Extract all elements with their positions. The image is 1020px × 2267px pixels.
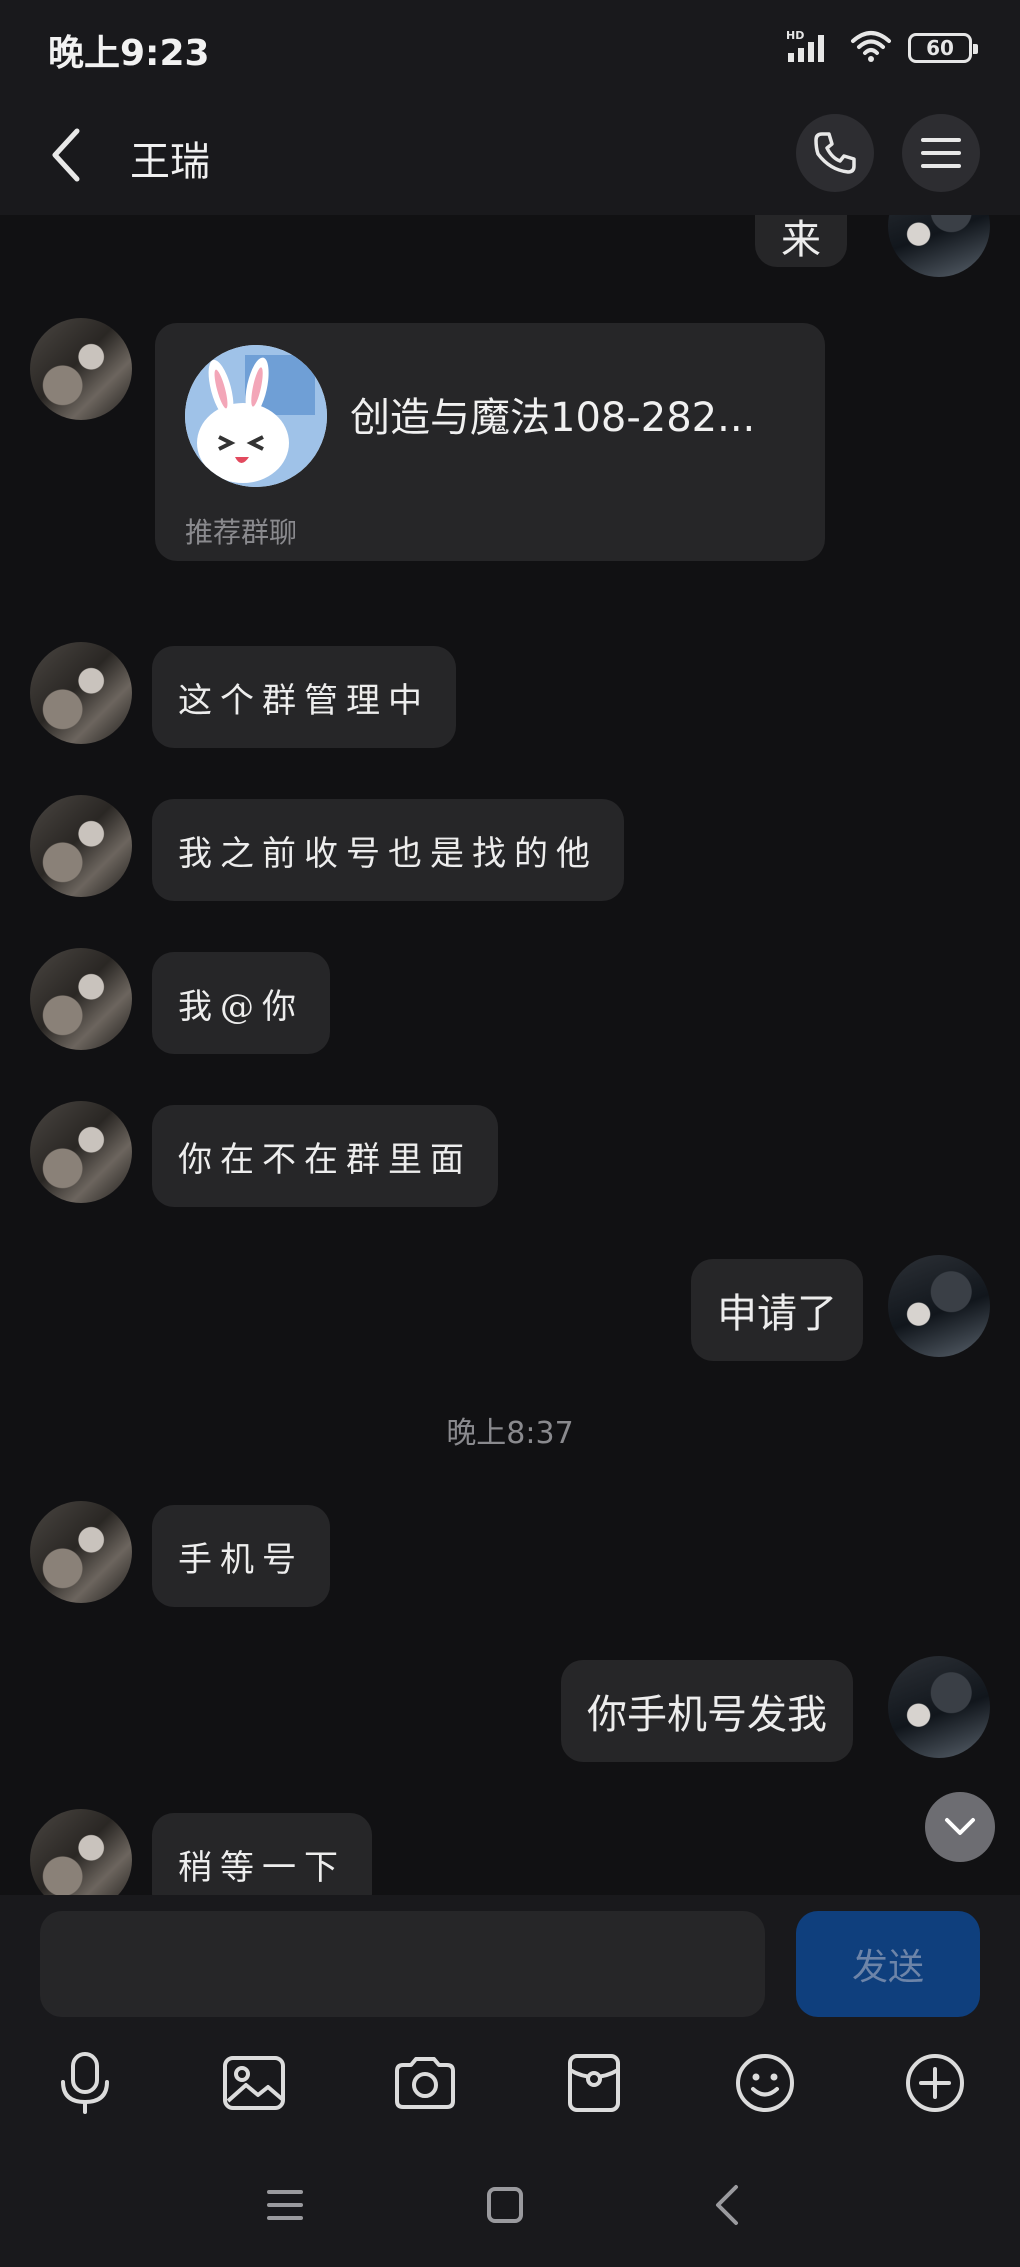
message-text: 稍等一下	[178, 1847, 346, 1888]
message-text: 申请了	[717, 1291, 837, 1337]
chat-header: 王瑞	[0, 95, 1020, 215]
home-button[interactable]	[475, 2175, 535, 2235]
contact-avatar[interactable]	[30, 1809, 132, 1895]
voice-call-button[interactable]	[796, 114, 874, 192]
hd-label: HD	[786, 29, 804, 42]
plus-icon	[906, 2054, 964, 2112]
message-bubble-incoming[interactable]: 这个群管理中	[152, 646, 456, 748]
group-avatar	[185, 345, 327, 487]
more-actions-button[interactable]	[897, 2045, 973, 2121]
message-bubble-incoming[interactable]: 稍等一下	[152, 1813, 372, 1895]
message-bubble-incoming[interactable]: 你在不在群里面	[152, 1105, 498, 1207]
message-text: 我之前收号也是找的他	[178, 833, 598, 874]
camera-icon	[395, 2057, 455, 2109]
phone-icon	[814, 132, 856, 174]
time-divider: 晚上8:37	[446, 1416, 574, 1451]
contact-avatar[interactable]	[30, 948, 132, 1050]
red-packet-button[interactable]	[556, 2045, 632, 2121]
message-text: 这个群管理中	[178, 680, 430, 721]
recents-icon	[267, 2190, 303, 2220]
microphone-icon	[61, 2052, 109, 2114]
recent-apps-button[interactable]	[255, 2175, 315, 2235]
contact-avatar[interactable]	[30, 1501, 132, 1603]
more-menu-button[interactable]	[902, 114, 980, 192]
message-text: 手机号	[178, 1539, 304, 1580]
menu-icon	[921, 138, 961, 168]
status-icons: HD 60	[786, 28, 978, 68]
group-recommendation-card[interactable]: 创造与魔法108-282... 推荐群聊	[155, 323, 825, 561]
contact-avatar[interactable]	[30, 795, 132, 897]
home-icon	[487, 2187, 523, 2223]
my-avatar[interactable]	[888, 215, 990, 277]
input-toolbar	[0, 2025, 1020, 2140]
wifi-icon	[850, 29, 892, 67]
message-input[interactable]	[40, 1911, 765, 2017]
battery-icon: 60	[908, 33, 978, 63]
message-text: 来	[781, 217, 821, 263]
status-time: 晚上9:23	[48, 33, 210, 74]
send-button[interactable]: 发送	[796, 1911, 980, 2017]
message-bubble-outgoing[interactable]: 你手机号发我	[561, 1660, 853, 1762]
emoji-button[interactable]	[727, 2045, 803, 2121]
message-text: 你在不在群里面	[178, 1139, 472, 1180]
emoji-icon	[736, 2054, 794, 2112]
my-avatar[interactable]	[888, 1656, 990, 1758]
message-list[interactable]: 来 创造与魔法108-282... 推荐群聊 这个群管理中 我之前收号也是找的他…	[0, 215, 1020, 1895]
message-bubble-incoming[interactable]: 手机号	[152, 1505, 330, 1607]
chevron-down-icon	[945, 1818, 975, 1835]
camera-button[interactable]	[387, 2045, 463, 2121]
message-text: 我@你	[178, 986, 304, 1027]
chat-title: 王瑞	[130, 139, 210, 185]
system-navigation-bar	[0, 2140, 1020, 2267]
group-card-tag: 推荐群聊	[185, 516, 298, 549]
back-arrow-icon	[716, 2185, 738, 2225]
group-name: 创造与魔法108-282...	[350, 395, 756, 441]
status-bar: 晚上9:23 HD 60	[0, 0, 1020, 95]
image-icon	[223, 2056, 285, 2110]
message-bubble-incoming[interactable]: 我之前收号也是找的他	[152, 799, 624, 901]
system-back-button[interactable]	[697, 2175, 757, 2235]
album-button[interactable]	[216, 2045, 292, 2121]
back-button[interactable]	[30, 120, 100, 190]
scroll-to-bottom-button[interactable]	[925, 1792, 995, 1862]
red-packet-icon	[568, 2054, 620, 2112]
message-bubble-outgoing[interactable]: 申请了	[691, 1259, 863, 1361]
message-bubble-outgoing[interactable]: 来	[755, 215, 847, 267]
hd-signal-icon: HD	[786, 29, 834, 67]
back-arrow-icon	[52, 128, 80, 182]
message-bubble-incoming[interactable]: 我@你	[152, 952, 330, 1054]
message-text: 你手机号发我	[587, 1692, 827, 1738]
battery-level: 60	[926, 36, 954, 60]
contact-avatar[interactable]	[30, 642, 132, 744]
my-avatar[interactable]	[888, 1255, 990, 1357]
contact-avatar[interactable]	[30, 1101, 132, 1203]
voice-input-button[interactable]	[47, 2045, 123, 2121]
contact-avatar[interactable]	[30, 318, 132, 420]
input-bar: 发送	[0, 1895, 1020, 2025]
